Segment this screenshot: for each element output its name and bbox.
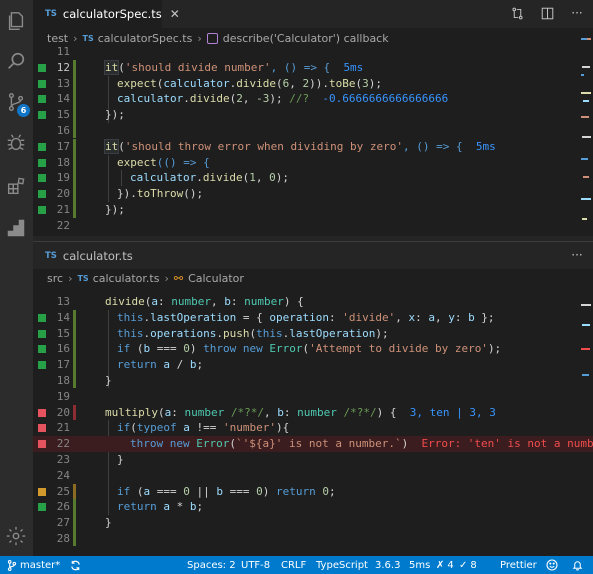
typescript-icon: TS [45,250,57,261]
branch-icon [7,559,17,571]
check-icon: ✓ [459,559,468,571]
chevron-right-icon: › [164,271,169,285]
scm-badge: 6 [17,104,30,117]
typescript-icon: TS [82,33,94,43]
code-line: 12 it('should divide number', () => { 5ms [33,59,593,76]
ts-version[interactable]: 3.6.3 [375,556,400,574]
code-line: 28 [56,531,70,545]
breadcrumb-file[interactable]: calculatorSpec.ts [98,32,193,45]
chevron-right-icon: › [73,31,78,45]
editor-actions: ··· [569,247,585,263]
branch-indicator[interactable]: master* [7,556,60,574]
code-line: 18} [56,373,112,387]
code-line: 21 if(typeof a !== 'number'){ [33,420,593,436]
typescript-icon: TS [45,9,57,19]
search-icon[interactable] [4,49,28,73]
quokka-icon[interactable] [4,216,28,240]
code-line: 21}); [33,202,593,218]
code-line: 22 throw new Error(`'${a}' is not a numbe… [33,436,593,452]
breadcrumb-symbol[interactable]: Calculator [188,272,244,285]
tab-calculator-spec[interactable]: TS calculatorSpec.ts ✕ [33,0,180,28]
code-editor[interactable]: 13 divide(a: number, b: number) { 14 this.… [33,294,593,547]
tab-label: calculator.ts [62,248,133,263]
editor-pane-bottom: TS calculator.ts ··· src › TS calculator… [33,241,593,556]
breadcrumb: src › TS calculator.ts › ⚯ Calculator [33,268,593,288]
breadcrumb-file[interactable]: calculator.ts [93,272,160,285]
code-line: 26 return a * b; [33,499,593,515]
minimap[interactable] [579,28,593,236]
symbol-method-icon [206,32,218,44]
more-actions-icon[interactable]: ··· [569,5,585,21]
code-line: 19 calculator.divide(1, 0); [33,170,593,186]
editor-pane-top: TS calculatorSpec.ts ✕ ··· test › TS cal… [33,0,593,236]
sync-icon[interactable] [70,556,81,574]
more-actions-icon[interactable]: ··· [569,247,585,263]
feedback-smiley-icon[interactable] [546,556,558,574]
tab-calculator[interactable]: TS calculator.ts [33,242,133,269]
passed-tests[interactable]: ✓ 8 [459,556,477,574]
cross-icon: ✗ [436,559,445,571]
breadcrumb-folder[interactable]: test [47,32,68,45]
prettier-status[interactable]: Prettier [500,556,537,574]
split-editor-icon[interactable] [539,5,555,21]
breadcrumb-symbol[interactable]: describe('Calculator') callback [223,32,389,45]
tab-bar: TS calculatorSpec.ts ✕ ··· [33,0,593,28]
tab-bar: TS calculator.ts ··· [33,242,593,269]
code-line: 17 it('should throw error when dividing b… [33,138,593,155]
editor-actions: ··· [509,5,585,21]
status-bar: master* Spaces: 2 UTF-8 CRLF TypeScript … [0,556,593,574]
language-mode[interactable]: TypeScript [316,556,368,574]
quokka-time[interactable]: 5ms [409,556,430,574]
indentation-status[interactable]: Spaces: 2 [187,556,236,574]
code-line: 14 calculator.divide(2, -3); //? -0.66666… [33,91,593,107]
chevron-right-icon: › [197,31,202,45]
code-line: 22 [56,218,70,232]
code-line: 20}).toThrow(); [33,186,593,202]
code-editor[interactable]: 11 12 it('should divide number', () => { … [33,44,593,234]
code-line: 11 [56,45,70,58]
activity-bar: 6 [0,0,33,556]
code-line: 16 [56,123,70,137]
code-line: 15}); [33,107,593,123]
files-icon[interactable] [4,9,28,33]
settings-gear-icon[interactable] [4,524,28,548]
notifications-bell-icon[interactable] [572,556,583,574]
code-line: 13 divide(a: number, b: number) { [56,295,304,308]
compare-changes-icon[interactable] [509,5,525,21]
symbol-class-icon: ⚯ [173,271,184,285]
debug-icon[interactable] [4,131,28,155]
typescript-icon: TS [77,273,89,283]
code-line: 25 if (a === 0 || b === 0) return 0; [33,484,593,500]
code-line: 24 [56,468,70,482]
code-line: 14 this.lastOperation = { operation: 'div… [33,310,593,326]
tab-label: calculatorSpec.ts [62,7,162,21]
breadcrumb-folder[interactable]: src [47,272,63,285]
code-line: 27} [56,516,112,530]
close-icon[interactable]: ✕ [170,7,180,21]
code-line: 20 multiply(a: number /*?*/, b: number /*… [33,405,593,421]
code-line: 13 expect(calculator.divide(6, 2)).toBe(3… [33,76,593,92]
code-line: 15 this.operations.push(this.lastOperatio… [33,326,593,342]
code-line: 18 expect(() => { [33,155,593,171]
extensions-icon[interactable] [4,174,28,198]
code-line: 19 [56,389,70,403]
encoding-status[interactable]: UTF-8 [241,556,270,574]
eol-status[interactable]: CRLF [281,556,306,574]
code-line: 16 if (b === 0) throw new Error('Attempt … [33,341,593,357]
code-line: 23} [56,452,124,466]
minimap[interactable] [579,294,593,414]
failed-tests[interactable]: ✗ 4 [436,556,454,574]
chevron-right-icon: › [68,271,73,285]
code-line: 17 return a / b; [33,357,593,373]
